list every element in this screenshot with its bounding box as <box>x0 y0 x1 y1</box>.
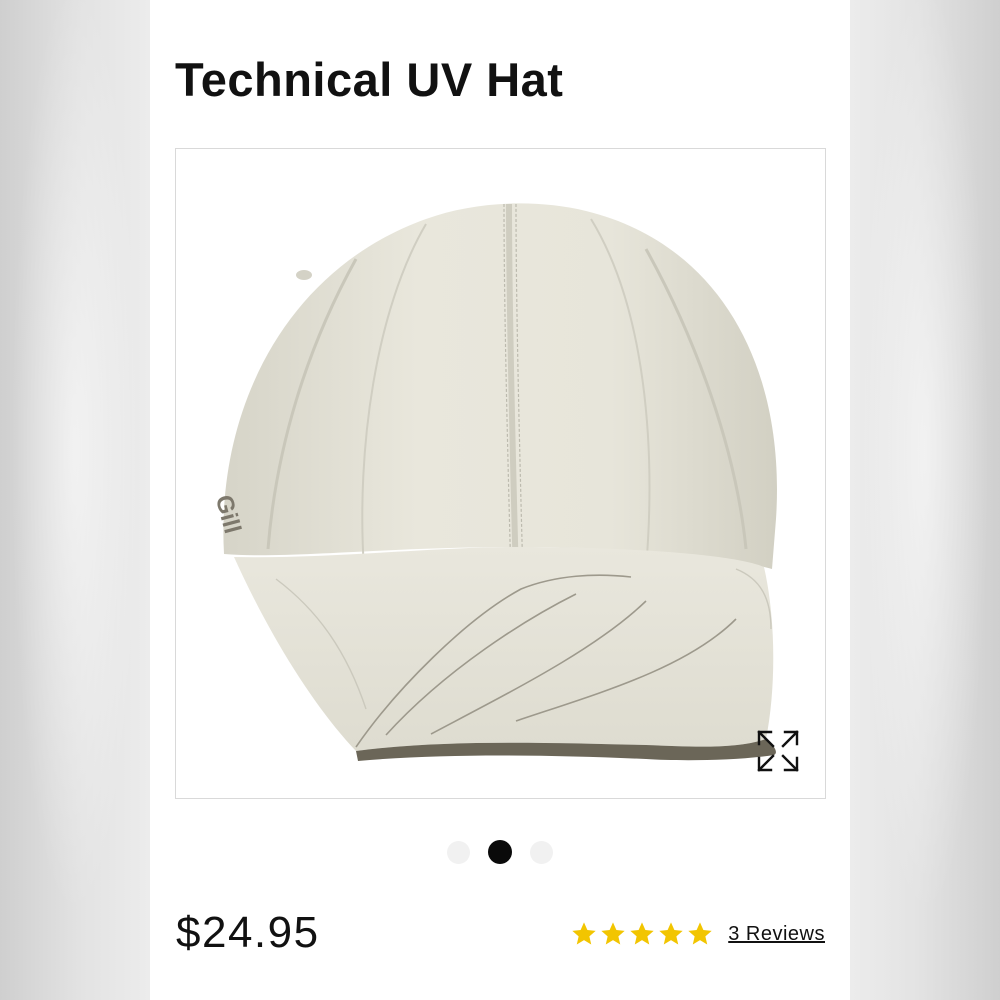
rating-summary: 3 Reviews <box>570 920 825 948</box>
blurred-background-left <box>0 0 150 1000</box>
product-image: Gill <box>176 149 825 798</box>
product-panel: Technical UV Hat Gill $24.95 3 Reviews <box>150 0 850 1000</box>
gallery-dot-3[interactable] <box>530 840 553 864</box>
gallery-dot-2-active[interactable] <box>488 840 512 864</box>
star-icon <box>688 922 712 945</box>
product-title: Technical UV Hat <box>175 53 564 106</box>
product-image-container[interactable]: Gill <box>175 148 826 799</box>
star-icon <box>601 922 625 945</box>
product-price: $24.95 <box>176 908 320 957</box>
star-icon <box>572 922 596 945</box>
reviews-link[interactable]: 3 Reviews <box>728 923 825 946</box>
blurred-background-right <box>850 0 1000 1000</box>
star-icon <box>630 922 654 945</box>
gallery-pagination <box>150 840 850 864</box>
star-rating <box>570 920 714 948</box>
expand-arrows-icon[interactable] <box>755 728 801 774</box>
star-icon <box>659 922 683 945</box>
gallery-dot-1[interactable] <box>447 840 470 864</box>
